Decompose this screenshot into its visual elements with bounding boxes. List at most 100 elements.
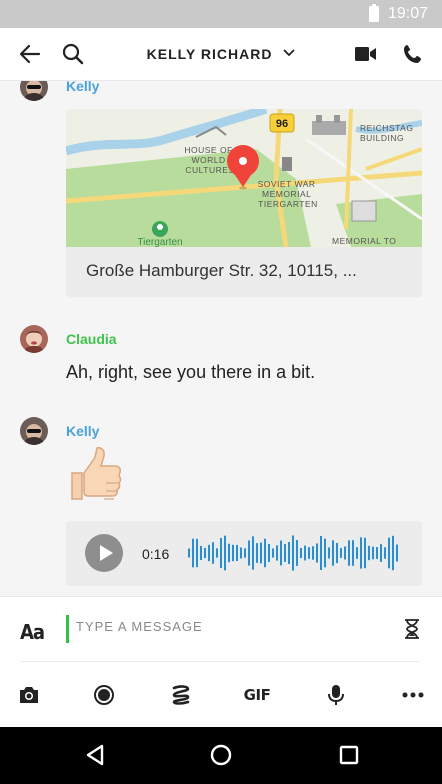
location-address: Große Hamburger Str. 32, 10115, ... [86,261,357,280]
phone-icon[interactable] [399,40,427,68]
battery-icon [369,4,379,22]
map-label: SOVIET WAR [258,179,316,189]
waveform-bar [232,544,234,562]
waveform-bar [308,547,310,559]
map-label: Tiergarten [137,237,182,247]
waveform-bar [364,537,366,569]
waveform-bar [188,548,190,558]
waveform-bar [244,548,246,558]
recents-square-icon[interactable] [334,740,364,770]
map-label: MEMORIAL TO [332,236,396,246]
map-preview[interactable]: 96 HOUSE OF WORLD CULTURES REICHSTAG BUI… [66,109,422,247]
gif-button[interactable]: GIF [243,681,271,709]
sender-name: Claudia [66,331,117,347]
waveform-bar [316,543,318,563]
waveform-bar [380,544,382,562]
waveform-bar [344,546,346,560]
voice-duration: 0:16 [142,546,170,562]
message-input[interactable] [76,619,376,634]
microphone-icon[interactable] [322,681,350,709]
waveform-bar [264,538,266,568]
chat-header: KELLY RICHARD [0,28,442,81]
waveform-bar [372,546,374,560]
waveform-bar [340,548,342,558]
record-icon[interactable] [90,681,118,709]
waveform-bar [348,540,350,566]
waveform-bar [312,546,314,560]
divider [20,661,420,662]
waveform-bar [352,540,354,566]
waveform-bar [392,535,394,571]
text-cursor [66,615,69,643]
waveform-bar [336,542,338,564]
waveform-bar [252,536,254,570]
waveform-bar [260,542,262,564]
status-bar: 19:07 [0,0,442,28]
map-label: TIERGARTEN [258,199,318,209]
waveform-bar [204,547,206,559]
location-card[interactable]: 96 HOUSE OF WORLD CULTURES REICHSTAG BUI… [66,109,422,297]
message-text: Ah, right, see you there in a bit. [66,362,316,382]
map-label: BUILDING [360,133,404,143]
avatar-kelly[interactable] [20,417,48,445]
waveform-bar [220,537,222,569]
giphy-icon[interactable] [167,681,195,709]
avatar-claudia[interactable] [20,325,48,353]
camera-icon[interactable] [15,681,43,709]
sender-name: Kelly [66,81,100,94]
map-label: CULTURES [185,165,234,175]
contact-name: KELLY RICHARD [146,46,273,62]
play-icon[interactable] [85,534,123,572]
sender-name: Kelly [66,423,100,439]
waveform-bar [368,545,370,561]
map-label: MEMORIAL [262,189,311,199]
system-navigation-bar [0,727,442,784]
waveform-bar [284,544,286,562]
waveform-bar [388,537,390,569]
waveform-bar [200,545,202,561]
waveform-bar [280,540,282,566]
waveform-bar [276,545,278,561]
waveform-bar [296,540,298,566]
waveform-bar [384,547,386,559]
waveform-bar [292,535,294,571]
waveform-bar [396,544,398,562]
map-road-number: 96 [276,118,288,130]
waveform-bar [248,540,250,566]
waveform-bar [272,548,274,558]
chevron-down-icon [283,49,295,57]
avatar-kelly[interactable] [20,81,48,101]
waveform-bar [376,547,378,559]
waveform-bar [208,544,210,562]
waveform-bar [288,542,290,564]
waveform-bar [300,547,302,559]
waveform-bar [216,548,218,558]
waveform-bar [240,547,242,559]
waveform-bar [332,540,334,566]
map-label: WORLD [191,155,225,165]
back-triangle-icon[interactable] [80,740,110,770]
video-camera-icon[interactable] [352,40,380,68]
status-time: 19:07 [388,5,429,22]
hourglass-icon[interactable] [404,619,420,644]
waveform-bar [356,547,358,559]
waveform-bar [192,538,194,568]
text-format-button[interactable]: Aa [20,620,45,644]
waveform-bar [228,543,230,563]
home-circle-icon[interactable] [206,740,236,770]
waveform-bar [196,538,198,568]
message-list[interactable]: Kelly 96 HOUSE OF WORLD CULTURES REICHST… [0,81,442,596]
waveform-bar [268,544,270,562]
gif-label: GIF [243,686,271,704]
waveform-bar [212,542,214,564]
map-label: REICHSTAG [360,123,413,133]
composer: Aa GIF [0,596,442,727]
waveform-bar [328,547,330,559]
waveform-bar [224,535,226,571]
waveform[interactable] [188,533,402,573]
voice-message: 0:16 [66,521,422,586]
more-icon[interactable] [399,681,427,709]
waveform-bar [324,538,326,568]
svg-text:SOVIET WAR MEMORIAL: SOVIET WAR MEMORIAL TIERGARTEN [258,179,319,209]
waveform-bar [236,544,238,562]
